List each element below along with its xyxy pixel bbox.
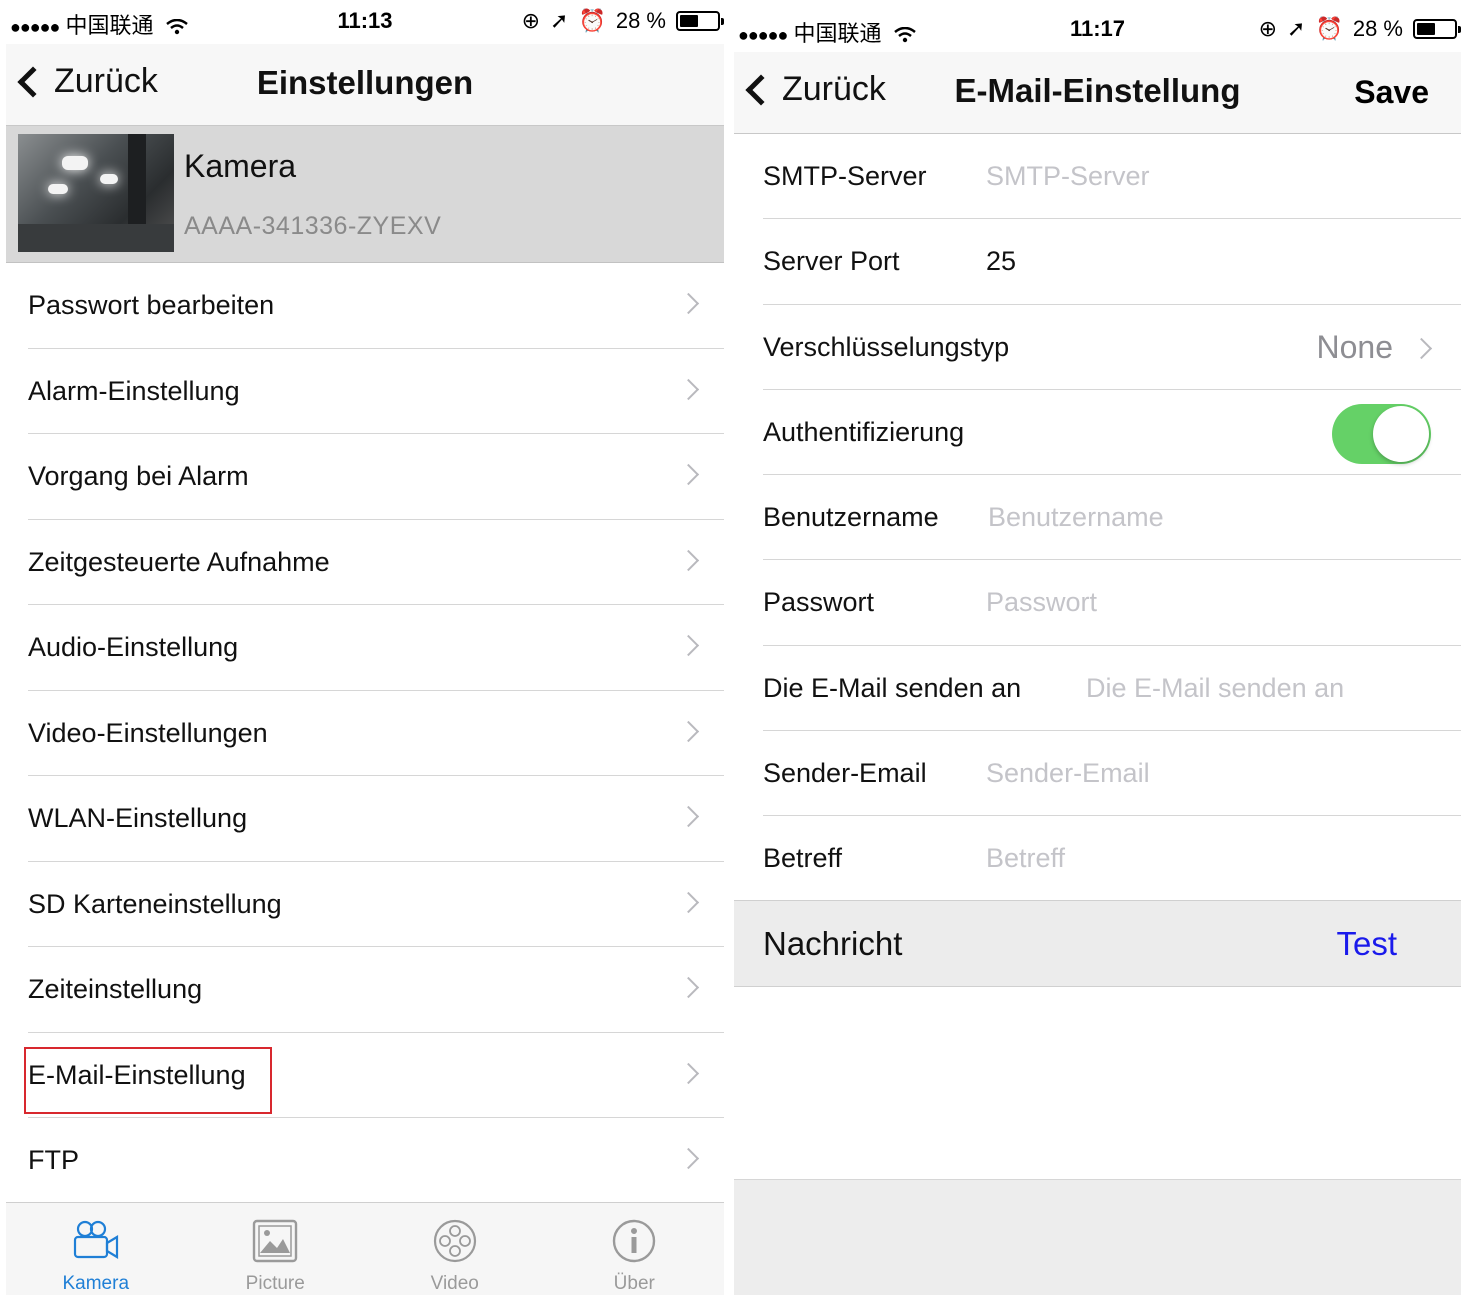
location-arrow-icon: ➚ (550, 8, 569, 33)
settings-screen: ●●●●● 中国联通 11:13 ⊕ ➚ ⏰ 28 % Zurück Einst… (6, 0, 724, 1295)
encryption-value: None (1316, 328, 1394, 365)
chevron-right-icon (677, 292, 700, 315)
camera-thumbnail (18, 134, 174, 252)
nav-bar: Zurück Einstellungen (6, 44, 724, 126)
password-row: Passwort Passwort (734, 560, 1461, 646)
menu-item-wlan[interactable]: WLAN-Einstellung (6, 776, 724, 862)
settings-list: Passwort bearbeiten Alarm-Einstellung Vo… (6, 263, 724, 1204)
chevron-right-icon (677, 976, 700, 999)
page-title: E-Mail-Einstellung (954, 72, 1241, 109)
camera-name: Kamera (184, 148, 297, 184)
rotation-lock-icon: ⊕ (1258, 16, 1277, 41)
rotation-lock-icon: ⊕ (521, 8, 540, 33)
tab-video[interactable]: Video (365, 1203, 545, 1295)
menu-item-zeitgesteuerte-aufnahme[interactable]: Zeitgesteuerte Aufnahme (6, 519, 724, 605)
menu-item-ftp[interactable]: FTP (6, 1118, 724, 1204)
status-bar: ●●●●● 中国联通 11:13 ⊕ ➚ ⏰ 28 % (6, 0, 724, 44)
battery-icon (676, 11, 724, 31)
bottom-area (734, 1179, 1461, 1295)
test-button[interactable]: Test (1336, 925, 1397, 963)
password-input[interactable]: Passwort (986, 587, 1097, 618)
chevron-right-icon (677, 805, 700, 828)
message-label: Nachricht (763, 925, 903, 962)
chevron-right-icon (677, 634, 700, 657)
chevron-right-icon (1410, 337, 1433, 359)
film-reel-icon (433, 1219, 476, 1263)
authentication-row: Authentifizierung (734, 390, 1461, 476)
menu-item-passwort[interactable]: Passwort bearbeiten (6, 263, 724, 349)
encryption-row[interactable]: Verschlüsselungstyp None (734, 305, 1461, 390)
subject-row: Betreff Betreff (763, 843, 1066, 874)
message-header: Nachricht Test (734, 900, 1461, 987)
camera-id: AAAA-341336-ZYEXV (184, 212, 442, 240)
smtp-server-input[interactable]: SMTP-Server (986, 161, 1150, 192)
camera-header[interactable]: Kamera AAAA-341336-ZYEXV (6, 126, 724, 263)
menu-item-alarm[interactable]: Alarm-Einstellung (6, 348, 724, 434)
menu-item-video[interactable]: Video-Einstellungen (6, 690, 724, 776)
chevron-right-icon (677, 891, 700, 913)
menu-item-zeit[interactable]: Zeiteinstellung (6, 947, 724, 1033)
camera-icon (73, 1220, 118, 1259)
tab-kamera[interactable]: Kamera (6, 1203, 186, 1295)
server-port-input[interactable]: 25 (986, 246, 1016, 277)
email-settings-screen: ●●●●● 中国联通 11:17 ⊕ ➚ ⏰ 28 % Zurück E-Mai… (734, 0, 1461, 1295)
alarm-icon: ⏰ (578, 8, 606, 33)
authentication-toggle[interactable] (1332, 403, 1431, 464)
chevron-right-icon (677, 549, 700, 571)
tab-picture[interactable]: Picture (186, 1203, 366, 1295)
page-title: Einstellungen (256, 64, 474, 101)
menu-item-vorgang-alarm[interactable]: Vorgang bei Alarm (6, 434, 724, 520)
chevron-right-icon (677, 378, 700, 400)
email-form: SMTP-Server SMTP-Server Server Port 25 V… (734, 134, 1461, 902)
nav-bar: Zurück E-Mail-Einstellung Save (734, 52, 1461, 134)
subject-input[interactable]: Betreff (986, 843, 1065, 874)
smtp-server-row: SMTP-Server SMTP-Server (734, 134, 1461, 220)
server-port-row: Server Port 25 (734, 219, 1461, 305)
battery-icon (1413, 19, 1461, 39)
menu-item-audio[interactable]: Audio-Einstellung (6, 605, 724, 691)
tab-uber[interactable]: Über (545, 1203, 725, 1295)
chevron-right-icon (677, 720, 700, 742)
info-icon (613, 1219, 656, 1263)
picture-icon (253, 1219, 298, 1263)
battery-percent: 28 % (615, 8, 666, 33)
send-to-row: Die E-Mail senden an Die E-Mail senden a… (734, 646, 1461, 732)
status-bar: ●●●●● 中国联通 11:17 ⊕ ➚ ⏰ 28 % (734, 8, 1461, 52)
battery-percent: 28 % (1352, 16, 1403, 41)
sender-email-row: Sender-Email Sender-Email (734, 731, 1461, 817)
tab-bar: Kamera Picture Video Über (6, 1202, 724, 1295)
menu-item-sd-karte[interactable]: SD Karteneinstellung (6, 861, 724, 947)
chevron-right-icon (677, 1147, 700, 1170)
location-arrow-icon: ➚ (1287, 16, 1306, 41)
alarm-icon: ⏰ (1315, 16, 1343, 41)
username-row: Benutzername Benutzername (734, 475, 1461, 561)
send-to-input[interactable]: Die E-Mail senden an (1086, 673, 1344, 704)
chevron-right-icon (677, 463, 700, 486)
username-input[interactable]: Benutzername (988, 502, 1164, 533)
chevron-right-icon (677, 1062, 700, 1084)
sender-email-input[interactable]: Sender-Email (986, 758, 1150, 789)
save-button[interactable]: Save (1354, 74, 1429, 111)
menu-item-email[interactable]: E-Mail-Einstellung (6, 1032, 724, 1118)
